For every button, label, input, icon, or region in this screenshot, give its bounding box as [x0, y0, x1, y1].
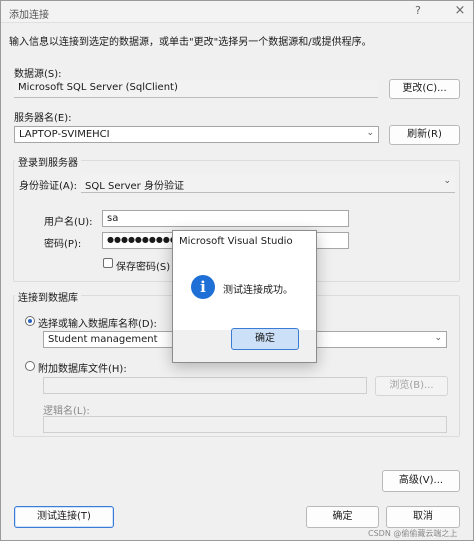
datasource-field: Microsoft SQL Server (SqlClient): [14, 80, 378, 98]
server-value: LAPTOP-SVIMEHCI: [19, 129, 110, 140]
save-password-checkbox[interactable]: [103, 258, 113, 268]
close-icon[interactable]: ×: [453, 3, 467, 19]
attach-file-label: 附加数据库文件(H):: [38, 364, 127, 375]
message-box-title: Microsoft Visual Studio: [179, 236, 293, 247]
message-box: Microsoft Visual Studio i 测试连接成功。 确定: [172, 230, 317, 363]
test-connection-button[interactable]: 测试连接(T): [14, 506, 114, 528]
select-database-radio[interactable]: [25, 316, 35, 326]
auth-value: SQL Server 身份验证: [85, 181, 184, 192]
message-box-body: Microsoft Visual Studio i 测试连接成功。: [173, 231, 316, 330]
logical-name-label: 逻辑名(L):: [43, 406, 90, 417]
database-value: Student management: [48, 334, 158, 345]
login-group-title: 登录到服务器: [15, 154, 81, 169]
server-combobox[interactable]: LAPTOP-SVIMEHCI ⌄: [14, 126, 379, 143]
attach-file-input[interactable]: [43, 377, 367, 394]
save-password-label: 保存密码(S): [116, 262, 171, 273]
message-box-ok-button[interactable]: 确定: [231, 328, 299, 350]
username-label: 用户名(U):: [44, 217, 93, 228]
datasource-label: 数据源(S):: [14, 69, 62, 80]
info-icon: i: [191, 275, 215, 299]
username-input[interactable]: sa: [102, 210, 349, 227]
chevron-down-icon[interactable]: ⌄: [366, 128, 374, 138]
message-text: 测试连接成功。: [223, 285, 293, 296]
auth-label: 身份验证(A):: [19, 181, 78, 192]
add-connection-dialog: 添加连接 ? × 输入信息以连接到选定的数据源，或单击"更改"选择另一个数据源和…: [0, 0, 474, 541]
password-label: 密码(P):: [44, 239, 82, 250]
ok-button[interactable]: 确定: [306, 506, 379, 528]
watermark-text: CSDN @偷偷藏云端之上: [368, 529, 458, 538]
auth-combobox[interactable]: SQL Server 身份验证 ⌄: [81, 175, 455, 193]
chevron-down-icon[interactable]: ⌄: [434, 333, 442, 343]
select-database-label: 选择或输入数据库名称(D):: [38, 319, 157, 330]
cancel-button[interactable]: 取消: [386, 506, 460, 528]
browse-button[interactable]: 浏览(B)...: [375, 376, 448, 396]
chevron-down-icon[interactable]: ⌄: [443, 176, 451, 186]
dialog-title: 添加连接: [9, 10, 49, 21]
refresh-button[interactable]: 刷新(R): [389, 125, 460, 145]
change-datasource-button[interactable]: 更改(C)...: [389, 79, 460, 99]
logical-name-input[interactable]: [43, 416, 447, 433]
intro-text: 输入信息以连接到选定的数据源，或单击"更改"选择另一个数据源和/或提供程序。: [9, 37, 372, 48]
attach-file-radio[interactable]: [25, 361, 35, 371]
advanced-button[interactable]: 高级(V)...: [382, 470, 460, 492]
help-icon[interactable]: ?: [411, 4, 425, 18]
server-label: 服务器名(E):: [14, 113, 72, 124]
title-bar: 添加连接 ? ×: [1, 1, 473, 23]
database-group-title: 连接到数据库: [15, 289, 81, 304]
